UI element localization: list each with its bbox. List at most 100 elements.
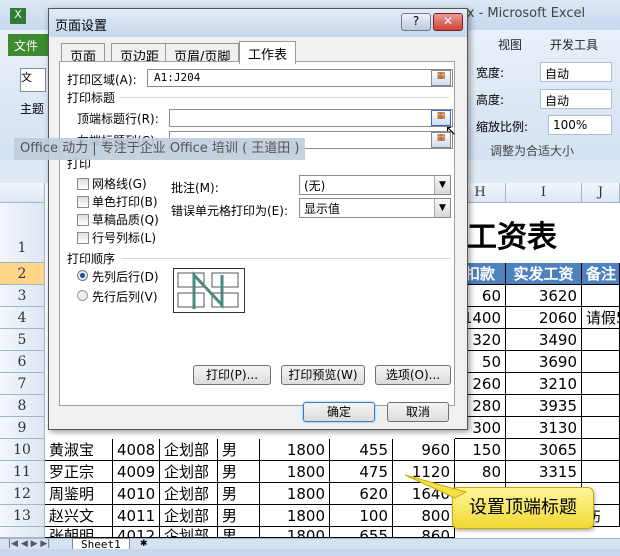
cell[interactable]: [582, 351, 620, 373]
errors-select[interactable]: 显示值 ▼: [299, 198, 451, 218]
checkbox[interactable]: [77, 232, 89, 244]
cell[interactable]: [582, 417, 620, 439]
cell[interactable]: 4008: [113, 439, 160, 461]
cell[interactable]: 455: [330, 439, 393, 461]
cell[interactable]: 150: [455, 439, 506, 461]
cell[interactable]: 男: [218, 439, 260, 461]
print-area-input[interactable]: A1:J204: [147, 69, 453, 87]
cell[interactable]: 960: [393, 439, 455, 461]
row-header[interactable]: 1: [0, 203, 45, 263]
close-button[interactable]: ✕: [433, 13, 463, 31]
chevron-down-icon[interactable]: ▼: [434, 199, 450, 217]
cell[interactable]: 1800: [260, 527, 330, 538]
cell[interactable]: 男: [218, 483, 260, 505]
cell[interactable]: 1800: [260, 505, 330, 527]
cell[interactable]: 3935: [506, 395, 582, 417]
cell[interactable]: 企划部: [160, 439, 218, 461]
cell[interactable]: 张朝明: [45, 527, 113, 538]
radio-over-then-down[interactable]: [77, 290, 88, 301]
column-title-cell[interactable]: 实发工资: [506, 263, 582, 285]
help-button[interactable]: ?: [401, 13, 431, 31]
options-button[interactable]: 选项(O)...: [375, 365, 451, 385]
cell[interactable]: 1800: [260, 461, 330, 483]
cell[interactable]: 475: [330, 461, 393, 483]
tab-margins[interactable]: 页边距: [111, 43, 169, 65]
cell[interactable]: 3490: [506, 329, 582, 351]
ok-button[interactable]: 确定: [303, 402, 375, 422]
cell[interactable]: 1800: [260, 483, 330, 505]
row-header[interactable]: [0, 527, 45, 538]
radio-down-then-over[interactable]: [77, 270, 88, 281]
cell[interactable]: 男: [218, 505, 260, 527]
cell[interactable]: 请假5: [582, 307, 620, 329]
tab-view[interactable]: 视图: [498, 36, 522, 53]
cell[interactable]: 1800: [260, 439, 330, 461]
row-header[interactable]: 2: [0, 263, 45, 285]
row-header[interactable]: 5: [0, 329, 45, 351]
cell[interactable]: 罗正宗: [45, 461, 113, 483]
cell[interactable]: 4012: [113, 527, 160, 538]
tab-sheet[interactable]: 工作表: [239, 41, 297, 64]
cell[interactable]: [582, 329, 620, 351]
scale-spinner[interactable]: 100%: [548, 115, 612, 135]
width-select[interactable]: 自动: [540, 62, 612, 82]
cell[interactable]: 男: [218, 461, 260, 483]
cell[interactable]: 3210: [506, 373, 582, 395]
comments-select[interactable]: (无) ▼: [299, 175, 451, 195]
cell[interactable]: 655: [330, 527, 393, 538]
tab-developer[interactable]: 开发工具: [550, 36, 598, 53]
row-header[interactable]: 3: [0, 285, 45, 307]
cell[interactable]: 620: [330, 483, 393, 505]
cell[interactable]: 男: [218, 527, 260, 538]
select-all[interactable]: [0, 183, 45, 203]
tab-page[interactable]: 页面: [61, 43, 106, 65]
row-header[interactable]: 10: [0, 439, 45, 461]
cell[interactable]: 周鉴明: [45, 483, 113, 505]
tab-nav-icons[interactable]: |◀ ◀ ▶ ▶|: [8, 539, 50, 549]
column-title-cell[interactable]: 备注: [582, 263, 620, 285]
theme-label[interactable]: 主题: [20, 100, 44, 117]
cell[interactable]: 企划部: [160, 461, 218, 483]
print-button[interactable]: 打印(P)...: [193, 365, 271, 385]
cell[interactable]: 800: [393, 505, 455, 527]
cell[interactable]: 3065: [506, 439, 582, 461]
column-header[interactable]: I: [506, 183, 582, 203]
cell[interactable]: 3315: [506, 461, 582, 483]
chevron-down-icon[interactable]: ▼: [434, 176, 450, 194]
row-header[interactable]: 8: [0, 395, 45, 417]
checkbox[interactable]: [77, 196, 89, 208]
height-select[interactable]: 自动: [540, 89, 612, 109]
cell[interactable]: 2060: [506, 307, 582, 329]
cell[interactable]: 赵兴文: [45, 505, 113, 527]
row-header[interactable]: 4: [0, 307, 45, 329]
cell[interactable]: 3690: [506, 351, 582, 373]
checkbox[interactable]: [77, 178, 89, 190]
cell[interactable]: 4010: [113, 483, 160, 505]
cancel-button[interactable]: 取消: [387, 402, 449, 422]
cell[interactable]: 企划部: [160, 483, 218, 505]
cell[interactable]: 4011: [113, 505, 160, 527]
cell[interactable]: 4009: [113, 461, 160, 483]
row-header[interactable]: 11: [0, 461, 45, 483]
cell[interactable]: [582, 285, 620, 307]
row-header[interactable]: 12: [0, 483, 45, 505]
row-header[interactable]: 9: [0, 417, 45, 439]
row-header[interactable]: 13: [0, 505, 45, 527]
cell[interactable]: 100: [330, 505, 393, 527]
tab-header-footer[interactable]: 页眉/页脚: [165, 43, 240, 65]
row-header[interactable]: 6: [0, 351, 45, 373]
cell[interactable]: 3620: [506, 285, 582, 307]
cell[interactable]: [582, 461, 620, 483]
row-header[interactable]: 7: [0, 373, 45, 395]
cell[interactable]: 黄淑宝: [45, 439, 113, 461]
theme-icon[interactable]: 文: [20, 68, 46, 92]
checkbox[interactable]: [77, 214, 89, 226]
collapse-dialog-icon[interactable]: ▦: [431, 70, 451, 86]
new-sheet-icon[interactable]: ✱: [140, 539, 148, 549]
cell[interactable]: 企划部: [160, 527, 218, 538]
cell[interactable]: [582, 395, 620, 417]
cell[interactable]: 860: [393, 527, 455, 538]
cell[interactable]: [582, 439, 620, 461]
cell[interactable]: 3130: [506, 417, 582, 439]
print-preview-button[interactable]: 打印预览(W): [281, 365, 365, 385]
